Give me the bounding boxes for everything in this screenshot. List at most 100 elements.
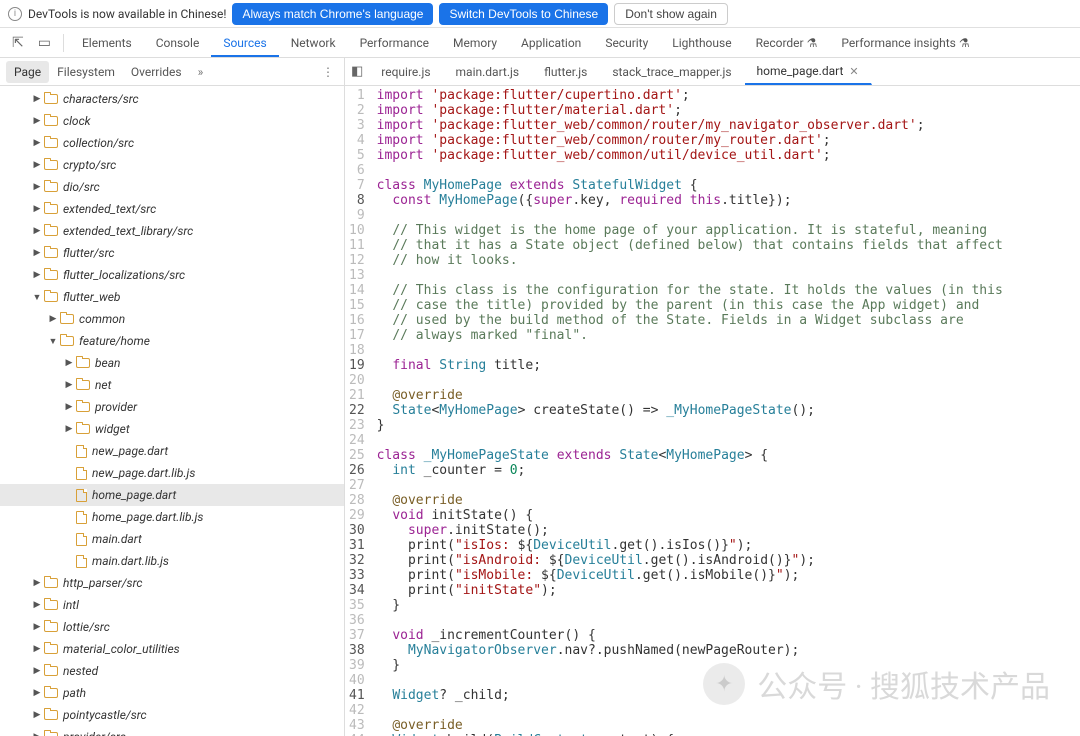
tab-security[interactable]: Security bbox=[593, 30, 660, 56]
chevron-right-icon[interactable]: ▶ bbox=[32, 710, 42, 720]
code-line[interactable] bbox=[377, 703, 1003, 718]
folder-feature-home[interactable]: ▼feature/home bbox=[0, 330, 344, 352]
code-line[interactable]: int _counter = 0; bbox=[377, 463, 1003, 478]
code-line[interactable]: // how it looks. bbox=[377, 253, 1003, 268]
folder-collection-src[interactable]: ▶collection/src bbox=[0, 132, 344, 154]
code-line[interactable]: void _incrementCounter() { bbox=[377, 628, 1003, 643]
folder-provider-src[interactable]: ▶provider/src bbox=[0, 726, 344, 736]
chevron-right-icon[interactable]: ▶ bbox=[32, 138, 42, 148]
code-line[interactable]: // that it has a State object (defined b… bbox=[377, 238, 1003, 253]
folder-pointycastle-src[interactable]: ▶pointycastle/src bbox=[0, 704, 344, 726]
tab-memory[interactable]: Memory bbox=[441, 30, 509, 56]
chevron-right-icon[interactable]: ▶ bbox=[32, 160, 42, 170]
code-line[interactable]: } bbox=[377, 418, 1003, 433]
file-new-page-dart[interactable]: new_page.dart bbox=[0, 440, 344, 462]
navigator-menu-icon[interactable]: ⋮ bbox=[318, 65, 338, 79]
folder-path[interactable]: ▶path bbox=[0, 682, 344, 704]
code-line[interactable] bbox=[377, 613, 1003, 628]
folder-common[interactable]: ▶common bbox=[0, 308, 344, 330]
code-line[interactable]: const MyHomePage({super.key, required th… bbox=[377, 193, 1003, 208]
chevron-right-icon[interactable]: ▶ bbox=[32, 204, 42, 214]
tab-lighthouse[interactable]: Lighthouse bbox=[660, 30, 743, 56]
code-line[interactable]: @override bbox=[377, 493, 1003, 508]
folder-flutter-src[interactable]: ▶flutter/src bbox=[0, 242, 344, 264]
chevron-right-icon[interactable]: ▶ bbox=[32, 94, 42, 104]
code-line[interactable]: MyNavigatorObserver.nav?.pushNamed(newPa… bbox=[377, 643, 1003, 658]
chevron-right-icon[interactable]: ▶ bbox=[32, 248, 42, 258]
chevron-right-icon[interactable]: ▶ bbox=[32, 732, 42, 736]
code-line[interactable]: // This widget is the home page of your … bbox=[377, 223, 1003, 238]
code-line[interactable] bbox=[377, 208, 1003, 223]
code-line[interactable]: } bbox=[377, 658, 1003, 673]
code-line[interactable] bbox=[377, 343, 1003, 358]
code-line[interactable]: class _MyHomePageState extends State<MyH… bbox=[377, 448, 1003, 463]
chevron-right-icon[interactable]: ▶ bbox=[64, 424, 74, 434]
file-new-page-dart-lib-js[interactable]: new_page.dart.lib.js bbox=[0, 462, 344, 484]
code-line[interactable]: final String title; bbox=[377, 358, 1003, 373]
file-tab-require-js[interactable]: require.js bbox=[369, 60, 443, 84]
tab-performance-insights-[interactable]: Performance insights ⚗ bbox=[829, 30, 981, 56]
folder-characters-src[interactable]: ▶characters/src bbox=[0, 88, 344, 110]
folder-extended-text-src[interactable]: ▶extended_text/src bbox=[0, 198, 344, 220]
code-line[interactable]: // always marked "final". bbox=[377, 328, 1003, 343]
tab-console[interactable]: Console bbox=[144, 30, 212, 56]
folder-flutter-localizations-src[interactable]: ▶flutter_localizations/src bbox=[0, 264, 344, 286]
code-content[interactable]: import 'package:flutter/cupertino.dart';… bbox=[373, 86, 1003, 736]
code-line[interactable]: import 'package:flutter_web/common/route… bbox=[377, 118, 1003, 133]
folder-crypto-src[interactable]: ▶crypto/src bbox=[0, 154, 344, 176]
code-line[interactable]: print("isAndroid: ${DeviceUtil.get().isA… bbox=[377, 553, 1003, 568]
tab-sources[interactable]: Sources bbox=[211, 30, 278, 56]
file-tab-home-page-dart[interactable]: home_page.dart✕ bbox=[745, 59, 872, 85]
navigator-tab-filesystem[interactable]: Filesystem bbox=[49, 61, 123, 83]
chevron-right-icon[interactable]: ▶ bbox=[32, 644, 42, 654]
chevron-right-icon[interactable]: ▶ bbox=[32, 182, 42, 192]
file-main-dart-lib-js[interactable]: main.dart.lib.js bbox=[0, 550, 344, 572]
code-line[interactable]: // This class is the configuration for t… bbox=[377, 283, 1003, 298]
file-tab-main-dart-js[interactable]: main.dart.js bbox=[444, 60, 533, 84]
folder-net[interactable]: ▶net bbox=[0, 374, 344, 396]
code-editor[interactable]: 1234567891011121314151617181920212223242… bbox=[345, 86, 1080, 736]
chevron-right-icon[interactable]: ▶ bbox=[64, 402, 74, 412]
code-line[interactable]: import 'package:flutter_web/common/route… bbox=[377, 133, 1003, 148]
chevron-right-icon[interactable]: ▶ bbox=[32, 600, 42, 610]
folder-flutter-web[interactable]: ▼flutter_web bbox=[0, 286, 344, 308]
code-line[interactable] bbox=[377, 373, 1003, 388]
file-main-dart[interactable]: main.dart bbox=[0, 528, 344, 550]
tab-network[interactable]: Network bbox=[279, 30, 348, 56]
folder-clock[interactable]: ▶clock bbox=[0, 110, 344, 132]
code-line[interactable]: void initState() { bbox=[377, 508, 1003, 523]
chevron-right-icon[interactable]: ▶ bbox=[32, 226, 42, 236]
code-line[interactable] bbox=[377, 433, 1003, 448]
code-line[interactable]: Widget? _child; bbox=[377, 688, 1003, 703]
code-line[interactable] bbox=[377, 268, 1003, 283]
chevron-right-icon[interactable]: ▶ bbox=[64, 380, 74, 390]
close-tab-icon[interactable]: ✕ bbox=[849, 65, 858, 78]
folder-widget[interactable]: ▶widget bbox=[0, 418, 344, 440]
code-line[interactable] bbox=[377, 673, 1003, 688]
folder-lottie-src[interactable]: ▶lottie/src bbox=[0, 616, 344, 638]
code-line[interactable]: import 'package:flutter/material.dart'; bbox=[377, 103, 1003, 118]
switch-devtools-chinese-button[interactable]: Switch DevTools to Chinese bbox=[439, 3, 608, 25]
tab-recorder-[interactable]: Recorder ⚗ bbox=[744, 30, 830, 56]
file-tab-stack-trace-mapper-js[interactable]: stack_trace_mapper.js bbox=[600, 60, 744, 84]
folder-dio-src[interactable]: ▶dio/src bbox=[0, 176, 344, 198]
chevron-down-icon[interactable]: ▼ bbox=[48, 336, 58, 347]
code-line[interactable]: @override bbox=[377, 388, 1003, 403]
chevron-right-icon[interactable]: ▶ bbox=[32, 578, 42, 588]
file-tab-flutter-js[interactable]: flutter.js bbox=[532, 60, 600, 84]
navigator-tab-page[interactable]: Page bbox=[6, 61, 49, 83]
tab-performance[interactable]: Performance bbox=[348, 30, 441, 56]
dont-show-again-button[interactable]: Don't show again bbox=[614, 3, 728, 25]
code-line[interactable]: @override bbox=[377, 718, 1003, 733]
code-line[interactable]: print("initState"); bbox=[377, 583, 1003, 598]
navigator-tab-overrides[interactable]: Overrides bbox=[123, 61, 190, 83]
folder-provider[interactable]: ▶provider bbox=[0, 396, 344, 418]
chevron-right-icon[interactable]: ▶ bbox=[32, 270, 42, 280]
code-line[interactable]: import 'package:flutter/cupertino.dart'; bbox=[377, 88, 1003, 103]
chevron-right-icon[interactable]: ▶ bbox=[32, 116, 42, 126]
code-line[interactable]: // used by the build method of the State… bbox=[377, 313, 1003, 328]
folder-http-parser-src[interactable]: ▶http_parser/src bbox=[0, 572, 344, 594]
toggle-navigator-icon[interactable]: ◧ bbox=[345, 60, 369, 83]
code-line[interactable]: State<MyHomePage> createState() => _MyHo… bbox=[377, 403, 1003, 418]
folder-material-color-utilities[interactable]: ▶material_color_utilities bbox=[0, 638, 344, 660]
